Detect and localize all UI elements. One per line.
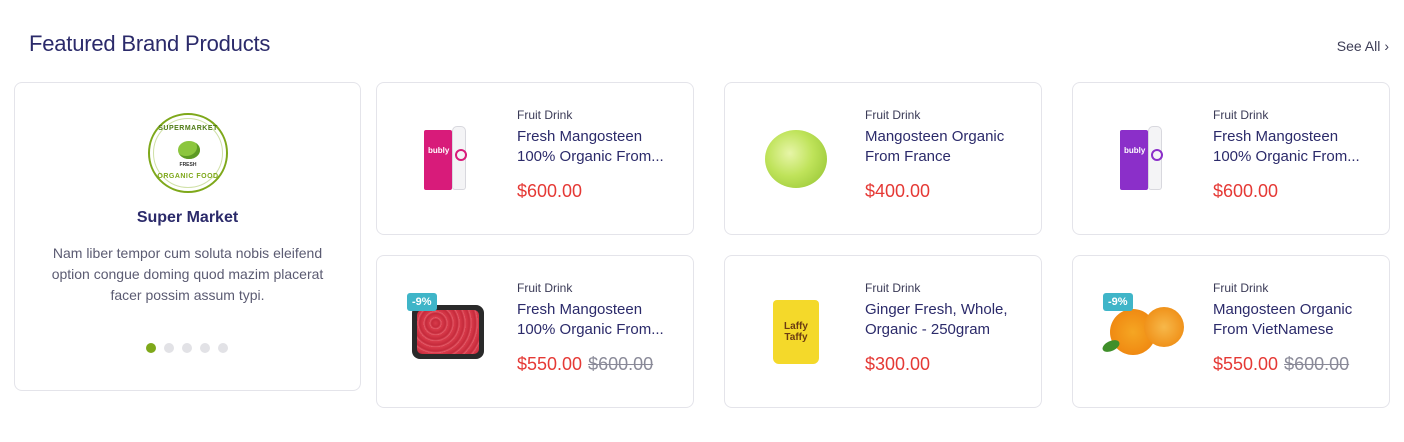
product-name-line2: From VietNamese bbox=[1213, 321, 1334, 338]
product-image[interactable]: bubly bbox=[1099, 119, 1189, 199]
product-name-line2: 100% Organic From... bbox=[517, 321, 664, 338]
product-name[interactable]: Mangosteen Organic From VietNamese bbox=[1213, 300, 1375, 340]
laffy-taffy-icon: Laffy Taffy bbox=[773, 300, 819, 364]
logo-mid-text: FRESH bbox=[179, 162, 197, 168]
product-category[interactable]: Fruit Drink bbox=[865, 108, 1027, 122]
product-card[interactable]: bubly Fruit Drink Fresh Mangosteen 100% … bbox=[1072, 82, 1390, 235]
brand-card[interactable]: SUPERMARKET FRESH ORGANIC FOOD Super Mar… bbox=[14, 82, 361, 391]
product-name[interactable]: Fresh Mangosteen 100% Organic From... bbox=[517, 127, 679, 167]
product-price: $550.00 bbox=[1213, 354, 1279, 374]
product-category[interactable]: Fruit Drink bbox=[517, 108, 679, 122]
product-name-line1: Fresh Mangosteen bbox=[517, 301, 643, 318]
bubly-bottle-icon: bubly bbox=[424, 126, 472, 192]
brand-name[interactable]: Super Market bbox=[15, 209, 360, 227]
product-category[interactable]: Fruit Drink bbox=[1213, 281, 1375, 295]
product-name[interactable]: Mangosteen Organic From France bbox=[865, 127, 1027, 167]
product-price: $550.00 bbox=[517, 354, 583, 374]
product-name-line2: Organic - 250gram bbox=[865, 321, 991, 338]
section-title: Featured Brand Products bbox=[29, 31, 271, 56]
product-image[interactable] bbox=[751, 119, 841, 199]
cabbage-icon bbox=[765, 130, 827, 188]
carousel-dot-2[interactable] bbox=[164, 343, 174, 353]
product-card[interactable]: bubly Fruit Drink Fresh Mangosteen 100% … bbox=[376, 82, 694, 235]
product-name-line1: Fresh Mangosteen bbox=[517, 128, 643, 145]
meat-tray-icon bbox=[412, 305, 484, 359]
discount-badge: -9% bbox=[407, 293, 437, 311]
product-card[interactable]: -9% Fruit Drink Mangosteen Organic From … bbox=[1072, 255, 1390, 408]
product-name-line1: Mangosteen Organic bbox=[1213, 301, 1353, 318]
product-name-line2: 100% Organic From... bbox=[1213, 148, 1360, 165]
product-price: $600.00 bbox=[1213, 181, 1279, 201]
product-old-price: $600.00 bbox=[588, 354, 654, 374]
carousel-dot-3[interactable] bbox=[182, 343, 192, 353]
product-image[interactable]: Laffy Taffy bbox=[751, 292, 841, 372]
product-category[interactable]: Fruit Drink bbox=[865, 281, 1027, 295]
discount-badge: -9% bbox=[1103, 293, 1133, 311]
carousel-dot-5[interactable] bbox=[218, 343, 228, 353]
product-name-line1: Fresh Mangosteen bbox=[1213, 128, 1339, 145]
product-old-price: $600.00 bbox=[1284, 354, 1350, 374]
taffy-text-1: Laffy bbox=[784, 321, 808, 332]
bubly-label: bubly bbox=[1124, 146, 1146, 155]
bubly-label: bubly bbox=[428, 146, 450, 155]
see-all-link[interactable]: See All › bbox=[1337, 38, 1389, 54]
product-name[interactable]: Fresh Mangosteen 100% Organic From... bbox=[517, 300, 679, 340]
product-name[interactable]: Ginger Fresh, Whole, Organic - 250gram bbox=[865, 300, 1027, 340]
product-price: $400.00 bbox=[865, 181, 931, 201]
product-category[interactable]: Fruit Drink bbox=[1213, 108, 1375, 122]
product-price: $300.00 bbox=[865, 354, 931, 374]
chevron-right-icon: › bbox=[1384, 38, 1389, 54]
apricot-icon bbox=[1100, 303, 1186, 361]
brand-logo[interactable]: SUPERMARKET FRESH ORGANIC FOOD bbox=[148, 113, 228, 193]
logo-top-text: SUPERMARKET bbox=[158, 125, 218, 132]
product-card[interactable]: Fruit Drink Mangosteen Organic From Fran… bbox=[724, 82, 1042, 235]
cabbage-icon bbox=[178, 141, 200, 159]
product-category[interactable]: Fruit Drink bbox=[517, 281, 679, 295]
taffy-text-2: Taffy bbox=[784, 332, 808, 343]
bubly-bottle-icon: bubly bbox=[1120, 126, 1168, 192]
product-image[interactable]: bubly bbox=[403, 119, 493, 199]
carousel-dot-1[interactable] bbox=[146, 343, 156, 353]
product-card[interactable]: Laffy Taffy Fruit Drink Ginger Fresh, Wh… bbox=[724, 255, 1042, 408]
product-card[interactable]: -9% Fruit Drink Fresh Mangosteen 100% Or… bbox=[376, 255, 694, 408]
product-name-line2: 100% Organic From... bbox=[517, 148, 664, 165]
carousel-dot-4[interactable] bbox=[200, 343, 210, 353]
brand-description: Nam liber tempor cum soluta nobis eleife… bbox=[51, 245, 324, 303]
product-name[interactable]: Fresh Mangosteen 100% Organic From... bbox=[1213, 127, 1375, 167]
see-all-label: See All bbox=[1336, 38, 1381, 54]
carousel-dots bbox=[146, 343, 228, 353]
product-price: $600.00 bbox=[517, 181, 583, 201]
logo-bottom-text: ORGANIC FOOD bbox=[157, 173, 219, 180]
product-name-line1: Mangosteen Organic bbox=[865, 128, 1005, 145]
product-name-line1: Ginger Fresh, Whole, bbox=[865, 301, 1008, 318]
product-name-line2: From France bbox=[865, 148, 951, 165]
